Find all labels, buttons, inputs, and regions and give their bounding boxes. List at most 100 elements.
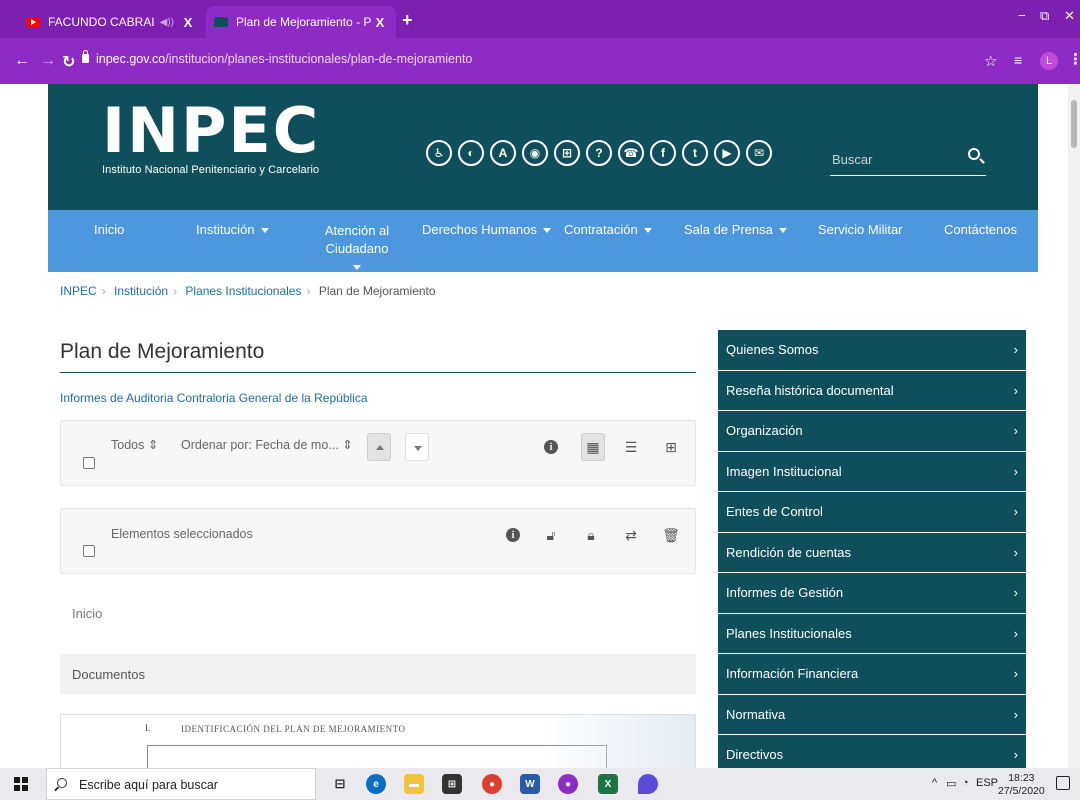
nav-institucion[interactable]: Institución [196,222,269,237]
page-scrollbar[interactable] [1068,84,1080,768]
profile-avatar[interactable]: L [1040,52,1058,70]
move-button[interactable]: ⇄ [619,521,643,549]
sort-descending-button[interactable] [405,433,429,461]
youtube-icon [26,17,40,27]
folder-inicio-link[interactable]: Inicio [72,606,102,621]
contrast-icon[interactable]: ◐ [458,140,484,166]
youtube-icon[interactable]: ▶ [714,140,740,166]
nav-contactenos[interactable]: Contáctenos [944,222,1017,237]
restore-button[interactable]: ⧉ [1040,8,1049,24]
minimize-button[interactable]: − [1018,8,1026,23]
thumbnail-view-button[interactable]: ▦ [581,433,605,461]
chrome-icon[interactable]: ● [482,774,502,794]
search-icon[interactable] [968,148,980,160]
lock-button[interactable]: 🔒︎ [579,521,603,549]
file-toolbar: Todos ⇕ Ordenar por: Fecha de mo... ⇕ i … [60,420,696,486]
delete-button[interactable]: 🗑︎ [659,521,683,549]
taskbar-search-input[interactable]: Escribe aquí para buscar [79,778,218,792]
nav-contratacion[interactable]: Contratación [564,222,652,237]
inpec-favicon-icon [214,17,228,27]
sort-ascending-button[interactable] [367,433,391,461]
font-size-icon[interactable]: A [490,140,516,166]
facebook-icon[interactable]: f [650,140,676,166]
inpec-logo[interactable]: INPEC Instituto Nacional Penitenciario y… [102,100,320,177]
list-view-button[interactable]: ☰ [619,433,643,461]
accessibility-icon[interactable]: ♿ [426,140,452,166]
sidebar-item-entes-control[interactable]: Entes de Control › [718,492,1026,533]
nav-atencion-ciudadano[interactable]: Atención al Ciudadano [298,222,416,276]
mail-icon[interactable]: ✉ [746,140,772,166]
chrome-profile-icon[interactable]: ● [558,774,578,794]
taskbar-search[interactable]: Escribe aquí para buscar [46,768,316,800]
site-search[interactable]: Buscar [830,144,986,176]
url-field[interactable]: inpec.gov.co/institucion/planes-instituc… [96,52,472,66]
document-preview[interactable]: I. IDENTIFICACIÓN DEL PLAN DE MEJORAMIEN… [60,714,696,774]
select-all-checkbox[interactable] [83,457,95,469]
sidebar-item-resena-historica[interactable]: Reseña histórica documental › [718,370,1026,411]
info-icon: i [544,440,558,454]
network-icon[interactable]: ▭ [946,777,956,790]
notifications-icon[interactable] [1056,776,1070,790]
breadcrumb-planes-institucionales[interactable]: Planes Institucionales [185,284,301,298]
audio-icon[interactable]: ◀)) [160,17,174,28]
breadcrumb-institucion[interactable]: Institución [114,284,168,298]
unlock-button[interactable]: 🔓︎ [539,521,563,549]
support-icon[interactable]: ☎ [618,140,644,166]
url-domain: inpec.gov.co [96,52,166,66]
reload-icon[interactable]: ↻ [62,52,75,72]
twitter-icon[interactable]: t [682,140,708,166]
breadcrumb-inpec[interactable]: INPEC [60,284,97,298]
wifi-icon[interactable]: ◔ [962,777,969,789]
sidebar-item-quienes-somos[interactable]: Quienes Somos › [718,330,1026,371]
sitemap-icon[interactable]: ⊞ [554,140,580,166]
sidebar-item-organizacion[interactable]: Organización › [718,411,1026,452]
forward-arrow-icon[interactable]: → [40,52,56,70]
language-indicator[interactable]: ESP [976,777,998,789]
windows-start-icon[interactable] [14,777,28,791]
nav-derechos-humanos[interactable]: Derechos Humanos [422,222,551,237]
breadcrumb: INPEC › Institución › Planes Institucional… [60,284,436,298]
auditoria-link[interactable]: Informes de Auditoria Contraloria Genera… [60,391,368,405]
task-view-icon[interactable]: ⊟ [330,774,350,794]
chevron-right-icon: › [1013,342,1018,357]
word-icon[interactable]: W [520,774,540,794]
reading-list-icon[interactable]: ≡ [1014,52,1022,68]
help-icon[interactable]: ? [586,140,612,166]
tab-plan-de-mejoramiento[interactable]: Plan de Mejoramiento - Plan de I X [206,6,396,38]
info-button[interactable]: i [539,433,563,461]
grid-icon: ▦ [586,438,600,455]
sidebar-item-normativa[interactable]: Normativa › [718,694,1026,735]
nav-servicio-militar[interactable]: Servicio Militar [818,222,903,237]
tab-close-button[interactable]: X [372,15,388,30]
bookmark-star-icon[interactable]: ☆ [984,52,997,70]
sort-dropdown[interactable]: Ordenar por: Fecha de mo... ⇕ [181,437,353,452]
tab-youtube[interactable]: FACUNDO CABRAL MONOLO ◀)) X [18,6,204,38]
browser-menu-icon[interactable]: ⋮ [1068,50,1080,68]
search-input[interactable]: Buscar [832,152,872,167]
scrollbar-thumb[interactable] [1071,100,1077,148]
new-tab-button[interactable]: + [402,10,413,31]
clock-time: 18:23 [1008,772,1035,784]
select-items-checkbox[interactable] [83,545,95,557]
filter-dropdown[interactable]: Todos ⇕ [111,437,158,452]
sidebar-item-informacion-financiera[interactable]: Información Financiera › [718,654,1026,695]
tab-close-button[interactable]: X [180,15,196,30]
store-icon[interactable]: ⊞ [442,774,462,794]
sidebar-item-rendicion-cuentas[interactable]: Rendición de cuentas › [718,532,1026,573]
file-explorer-icon[interactable]: ▬ [404,774,424,794]
tray-chevron-icon[interactable]: ^ [932,777,937,789]
sidebar-item-informes-gestion[interactable]: Informes de Gestión › [718,573,1026,614]
excel-icon[interactable]: X [598,774,618,794]
sidebar-item-imagen-institucional[interactable]: Imagen Institucional › [718,451,1026,492]
maps-pin-icon[interactable] [638,774,658,794]
close-window-button[interactable]: ✕ [1064,8,1075,24]
nav-sala-prensa[interactable]: Sala de Prensa [684,222,787,237]
sidebar-item-planes-institucionales[interactable]: Planes Institucionales › [718,613,1026,654]
table-view-button[interactable]: ⊞ [659,433,683,461]
back-arrow-icon[interactable]: ← [14,52,30,70]
info-button[interactable]: i [501,521,525,549]
taskbar-clock[interactable]: 18:23 27/5/2020 [998,772,1045,798]
rss-icon[interactable]: ◉ [522,140,548,166]
edge-icon[interactable]: e [366,774,386,794]
nav-inicio[interactable]: Inicio [94,222,124,237]
